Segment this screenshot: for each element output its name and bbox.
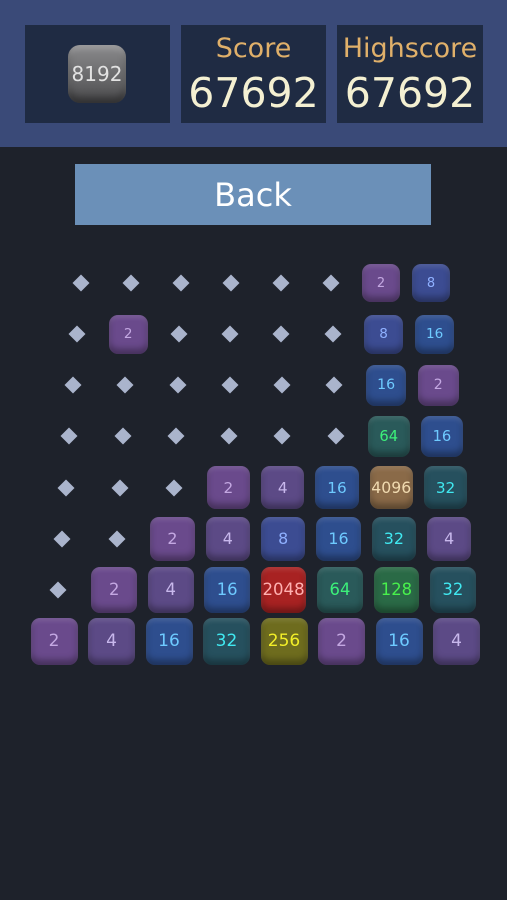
board-tile: 16 [375,617,423,665]
board-tile: 2 [418,365,459,406]
board-tile: 32 [203,617,250,665]
empty-cell-marker [222,274,240,292]
board-tile: 4 [88,617,135,665]
board-tile: 2 [108,314,148,354]
empty-cell-marker [221,376,239,394]
board-tile: 16 [315,466,359,510]
empty-cell-marker [49,581,67,599]
board-tile: 64 [367,415,410,458]
board-tile: 4096 [369,466,413,510]
empty-cell-marker [273,427,291,445]
empty-cell-marker [272,274,290,292]
empty-cell-marker [53,530,71,548]
empty-cell-marker [57,479,75,497]
empty-cell-marker [169,376,187,394]
board-tile: 2 [91,567,138,613]
board-tile: 16 [415,314,455,354]
board-tile: 2 [318,617,365,665]
board-tile: 16 [421,415,463,458]
empty-cell-marker [68,325,86,343]
empty-cell-marker [167,427,185,445]
board-tile: 32 [371,516,417,561]
board-tile: 4 [261,466,305,510]
board-tile: 16 [204,567,250,613]
board-tile: 16 [365,365,407,406]
empty-cell-marker [273,376,291,394]
empty-cell-marker [165,479,183,497]
board-tile: 4 [427,516,472,561]
board-tile: 256 [260,617,308,665]
board-tile: 2 [30,617,78,665]
board-tile: 16 [145,617,193,665]
empty-cell-marker [170,325,188,343]
board-tile: 64 [317,567,363,613]
board-tile: 128 [373,567,420,613]
empty-cell-marker [327,427,344,445]
board-tile: 4 [433,617,480,665]
board-tile: 8 [412,264,450,302]
empty-cell-marker [221,325,239,343]
board-tile: 4 [147,567,194,613]
empty-cell-marker [172,274,190,292]
board-tile: 32 [424,466,468,510]
empty-cell-marker [325,376,343,394]
board-tile: 4 [205,516,250,561]
board-tile: 16 [316,516,361,561]
board-tile: 2 [362,264,400,302]
empty-cell-marker [122,274,140,292]
game-board: 2 8 2 8 16 16 2 64 16 2 4 16 4096 32 2 4 8 16 32 4 2 4 16 2048 6… [0,0,507,900]
empty-cell-marker [114,427,132,445]
empty-cell-marker [272,325,290,343]
empty-cell-marker [220,427,238,445]
board-tile: 8 [363,314,404,354]
empty-cell-marker [108,530,126,548]
board-tile: 8 [260,516,306,561]
empty-cell-marker [72,274,90,292]
board-tile: 32 [430,567,476,613]
empty-cell-marker [324,325,341,343]
empty-cell-marker [116,376,134,394]
empty-cell-marker [64,376,82,394]
board-tile: 2 [206,466,250,510]
board-tile: 2048 [260,567,307,613]
empty-cell-marker [322,274,340,292]
empty-cell-marker [111,479,129,497]
board-tile: 2 [150,516,195,561]
empty-cell-marker [60,427,78,445]
